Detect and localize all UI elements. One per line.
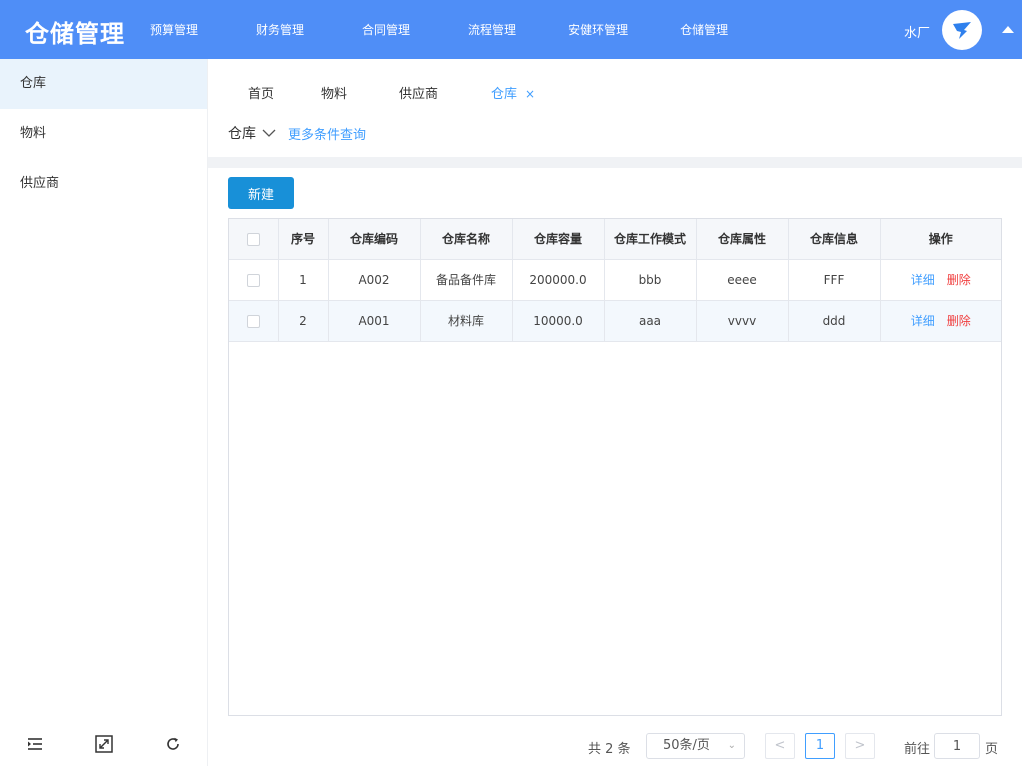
tab-warehouse[interactable]: 仓库 × <box>491 83 535 102</box>
top-bar: 仓储管理 预算管理 财务管理 合同管理 流程管理 安健环管理 仓储管理 水厂 <box>0 0 1022 59</box>
header-select-all <box>229 219 279 260</box>
filter-row: 仓库 更多条件查询 <box>228 123 366 143</box>
tab-home[interactable]: 首页 <box>248 83 274 102</box>
row-select-cell <box>229 300 279 342</box>
chevron-down-icon[interactable] <box>262 128 276 138</box>
sidebar-item-material[interactable]: 物料 <box>0 109 207 159</box>
cell-code: A001 <box>328 300 421 342</box>
column-header: 仓库工作模式 <box>604 219 697 260</box>
cell-mode: aaa <box>604 300 697 342</box>
topnav-item-budget[interactable]: 预算管理 <box>150 21 198 38</box>
cell-attr: eeee <box>696 259 789 301</box>
column-header: 仓库编码 <box>328 219 421 260</box>
detail-link[interactable]: 详细 <box>911 273 935 287</box>
cell-index: 2 <box>278 300 329 342</box>
delete-link[interactable]: 删除 <box>947 273 971 287</box>
column-header: 仓库属性 <box>696 219 789 260</box>
collapse-menu-icon[interactable] <box>25 734 45 754</box>
next-page-button[interactable]: > <box>845 733 875 759</box>
tab-material[interactable]: 物料 <box>321 83 347 102</box>
filter-label[interactable]: 仓库 <box>228 123 256 143</box>
close-icon[interactable]: × <box>525 87 535 101</box>
row-checkbox[interactable] <box>246 314 260 328</box>
new-button[interactable]: 新建 <box>228 177 294 209</box>
tab-supplier[interactable]: 供应商 <box>399 83 438 102</box>
page-size-value: 50条/页 <box>663 738 710 753</box>
goto-label: 前往 <box>904 742 931 757</box>
cell-attr: vvvv <box>696 300 789 342</box>
topnav-item-warehouse[interactable]: 仓储管理 <box>680 21 728 38</box>
goto-unit-label: 页 <box>985 742 999 757</box>
page-number-button[interactable]: 1 <box>805 733 835 759</box>
bird-logo-icon <box>953 22 971 39</box>
delete-link[interactable]: 删除 <box>947 314 971 328</box>
topnav-item-safety[interactable]: 安健环管理 <box>568 21 628 38</box>
cell-code: A002 <box>328 259 421 301</box>
top-nav: 预算管理 财务管理 合同管理 流程管理 安健环管理 仓储管理 <box>150 0 728 59</box>
sidebar-item-warehouse[interactable]: 仓库 <box>0 59 207 109</box>
main-content: 首页 物料 供应商 仓库 × 仓库 更多条件查询 新建 序号 仓库编码 仓库名称 … <box>208 59 1022 766</box>
topnav-item-finance[interactable]: 财务管理 <box>256 21 304 38</box>
goto-page-input[interactable] <box>934 733 980 759</box>
table-row[interactable]: 2 A001 材料库 10000.0 aaa vvvv ddd 详细 删除 <box>229 300 1001 342</box>
warehouse-table: 序号 仓库编码 仓库名称 仓库容量 仓库工作模式 仓库属性 仓库信息 操作 1 … <box>228 218 1002 716</box>
more-filters-link[interactable]: 更多条件查询 <box>288 124 366 143</box>
row-select-cell <box>229 259 279 301</box>
divider-strip <box>208 157 1022 168</box>
cell-actions: 详细 删除 <box>880 300 1001 342</box>
topnav-item-contract[interactable]: 合同管理 <box>362 21 410 38</box>
page-size-select[interactable]: 50条/页 ⌄ <box>646 733 745 759</box>
detail-link[interactable]: 详细 <box>911 314 935 328</box>
cell-mode: bbb <box>604 259 697 301</box>
column-header: 仓库容量 <box>512 219 605 260</box>
sidebar-tools <box>0 734 208 758</box>
column-header: 仓库信息 <box>788 219 881 260</box>
column-header: 序号 <box>278 219 329 260</box>
refresh-icon[interactable] <box>163 734 183 754</box>
table-header-row: 序号 仓库编码 仓库名称 仓库容量 仓库工作模式 仓库属性 仓库信息 操作 <box>229 219 1001 260</box>
cell-info: ddd <box>788 300 881 342</box>
table-row[interactable]: 1 A002 备品备件库 200000.0 bbb eeee FFF 详细 删除 <box>229 259 1001 301</box>
cell-name: 备品备件库 <box>420 259 513 301</box>
topnav-item-process[interactable]: 流程管理 <box>468 21 516 38</box>
caret-up-icon[interactable] <box>1002 26 1014 33</box>
cell-capacity: 200000.0 <box>512 259 605 301</box>
fullscreen-icon[interactable] <box>94 734 114 754</box>
cell-index: 1 <box>278 259 329 301</box>
column-header: 仓库名称 <box>420 219 513 260</box>
pagination-total: 共 2 条 <box>588 742 631 757</box>
sidebar-item-supplier[interactable]: 供应商 <box>0 159 207 209</box>
user-name[interactable]: 水厂 <box>904 22 930 41</box>
cell-actions: 详细 删除 <box>880 259 1001 301</box>
cell-capacity: 10000.0 <box>512 300 605 342</box>
pagination: 共 2 条 50条/页 ⌄ < 1 > 前往 页 <box>208 731 1022 761</box>
column-header: 操作 <box>880 219 1001 260</box>
tab-warehouse-label: 仓库 <box>491 87 518 102</box>
app-title: 仓储管理 <box>25 20 125 48</box>
avatar[interactable] <box>942 10 982 50</box>
prev-page-button[interactable]: < <box>765 733 795 759</box>
chevron-down-icon: ⌄ <box>727 740 736 751</box>
row-checkbox[interactable] <box>246 273 260 287</box>
cell-name: 材料库 <box>420 300 513 342</box>
sidebar: 仓库 物料 供应商 <box>0 59 208 766</box>
cell-info: FFF <box>788 259 881 301</box>
select-all-checkbox[interactable] <box>246 232 260 246</box>
